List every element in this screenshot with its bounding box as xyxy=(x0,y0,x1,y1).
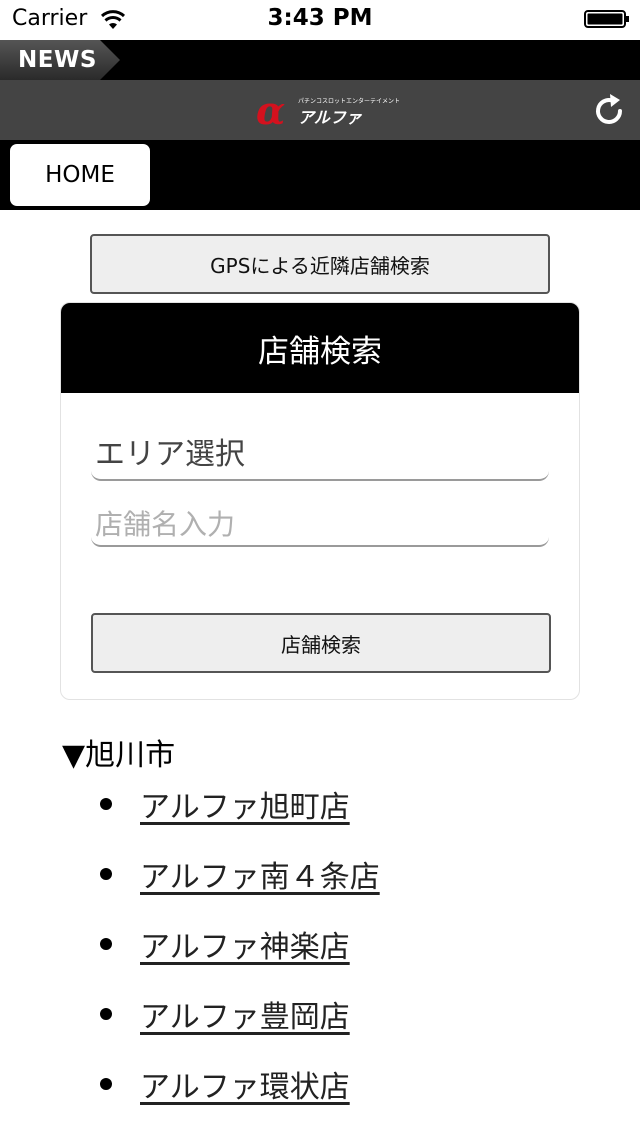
gps-search-button[interactable]: GPSによる近隣店舗検索 xyxy=(90,234,550,294)
store-search-panel: 店舗検索 エリア選択 店舗名入力 店舗検索 xyxy=(60,302,580,700)
status-bar: Carrier 3:43 PM xyxy=(0,0,640,40)
store-search-button[interactable]: 店舗検索 xyxy=(91,613,551,673)
bullet-icon xyxy=(100,868,112,880)
region-heading: ▼旭川市 xyxy=(62,738,176,773)
bullet-icon xyxy=(100,798,112,810)
store-name-input[interactable]: 店舗名入力 xyxy=(91,507,549,547)
battery-icon xyxy=(584,10,629,28)
shop-link[interactable]: アルファ豊岡店 xyxy=(140,992,350,1036)
shop-link[interactable]: アルファ南４条店 xyxy=(140,852,380,896)
bullet-icon xyxy=(100,938,112,950)
news-label: NEWS xyxy=(18,47,97,73)
refresh-icon[interactable] xyxy=(590,92,628,130)
app-header: α パチンコスロットエンターテイメント アルファ xyxy=(0,80,640,140)
shop-link[interactable]: アルファ旭町店 xyxy=(140,782,350,826)
panel-title: 店舗検索 xyxy=(61,303,579,393)
news-tab[interactable]: NEWS xyxy=(0,40,120,80)
shop-link[interactable]: アルファ神楽店 xyxy=(140,922,350,966)
logo-symbol: α xyxy=(256,88,286,133)
tab-home[interactable]: HOME xyxy=(10,144,150,206)
shop-link[interactable]: アルファ環状店 xyxy=(140,1062,350,1106)
alpha-logo: α パチンコスロットエンターテイメント アルファ xyxy=(256,88,400,133)
bullet-icon xyxy=(100,1078,112,1090)
logo-name: アルファ xyxy=(298,108,362,127)
area-select[interactable]: エリア選択 xyxy=(91,423,549,481)
tab-bar: HOME xyxy=(0,140,640,210)
clock: 3:43 PM xyxy=(267,5,373,31)
bullet-icon xyxy=(100,1008,112,1020)
news-bar: NEWS xyxy=(0,40,640,80)
